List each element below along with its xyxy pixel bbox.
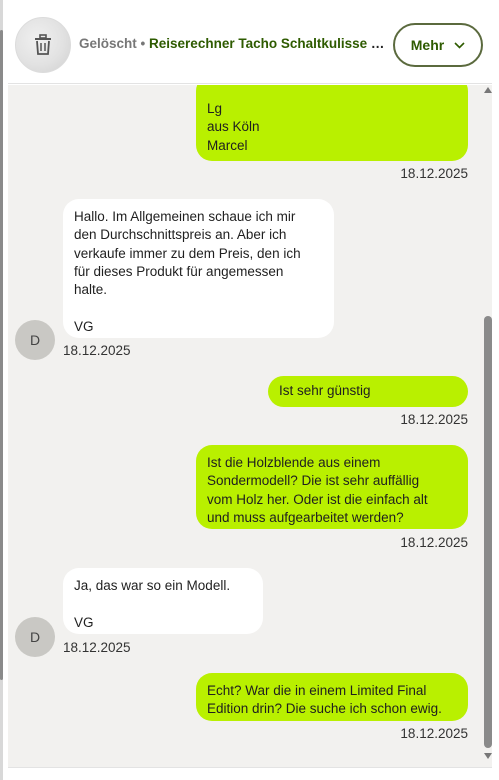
message-bubble-outgoing: Lg aus Köln Marcel — [196, 85, 468, 161]
trash-icon — [35, 34, 51, 55]
message-bubble-outgoing: Ist sehr günstig — [268, 376, 468, 407]
left-scroll-thumb[interactable] — [0, 30, 3, 680]
message-date: 18.12.2025 — [400, 412, 468, 427]
message-date: 18.12.2025 — [400, 166, 468, 181]
message-list[interactable]: Lg aus Köln Marcel 18.12.2025 Hallo. Im … — [8, 85, 492, 767]
more-button-label: Mehr — [410, 37, 445, 53]
title-separator: • — [140, 36, 146, 51]
sender-avatar: D — [15, 320, 55, 360]
message-composer-edge — [8, 767, 492, 780]
message-bubble-incoming: Hallo. Im Allgemeinen schaue ich mir den… — [63, 199, 334, 338]
conversation-title[interactable]: Gelöscht • Reiserechner Tacho Schaltkuli… — [79, 36, 389, 51]
listing-title[interactable]: Reiserechner Tacho Schaltkulisse Holzble… — [149, 36, 389, 51]
scroll-down-arrow-icon[interactable] — [484, 753, 492, 763]
message-bubble-incoming: Ja, das war so ein Modell. VG — [63, 568, 263, 634]
message-date: 18.12.2025 — [400, 535, 468, 550]
chat-scrollbar[interactable] — [484, 85, 492, 767]
conversation-header: Gelöscht • Reiserechner Tacho Schaltkuli… — [8, 10, 492, 84]
more-button[interactable]: Mehr — [393, 23, 483, 67]
scroll-thumb[interactable] — [484, 316, 492, 748]
deleted-label: Gelöscht — [79, 36, 137, 51]
message-bubble-outgoing: Echt? War die in einem Limited Final Edi… — [196, 673, 468, 721]
sender-avatar: D — [15, 617, 55, 657]
scroll-up-arrow-icon[interactable] — [484, 87, 492, 97]
listing-image[interactable] — [15, 17, 71, 73]
message-date: 18.12.2025 — [63, 343, 131, 358]
chevron-down-icon — [454, 41, 465, 49]
left-edge — [0, 0, 3, 780]
message-date: 18.12.2025 — [400, 726, 468, 741]
message-bubble-outgoing: Ist die Holzblende aus einem Sondermodel… — [196, 445, 468, 529]
message-date: 18.12.2025 — [63, 640, 131, 655]
